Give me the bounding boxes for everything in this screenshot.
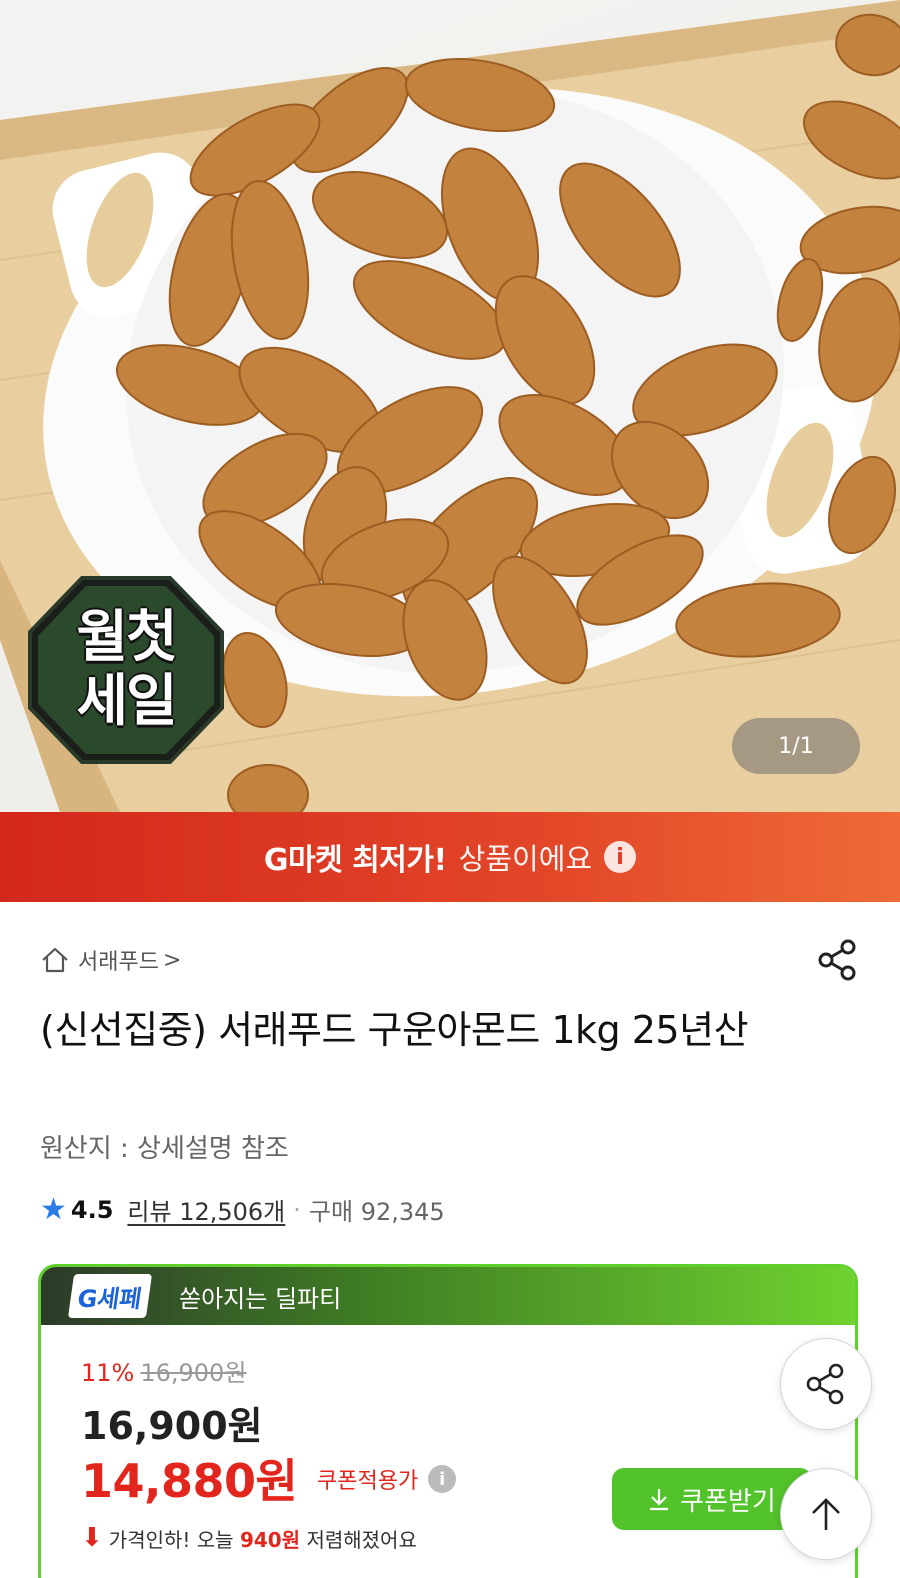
arrow-up-icon <box>812 1498 840 1530</box>
scroll-top-button[interactable] <box>780 1468 872 1560</box>
deal-header: G세페 쏟아지는 딜파티 <box>41 1267 855 1325</box>
rating-score: 4.5 <box>70 1195 114 1224</box>
banner-bold-text: G마켓 최저가! <box>263 843 447 878</box>
chevron-right-icon: > <box>162 947 182 973</box>
review-link[interactable]: 리뷰 12,506개 <box>127 1192 285 1227</box>
gsepe-logo: G세페 <box>67 1274 153 1318</box>
lowest-price-banner[interactable]: G마켓 최저가! 상품이에요 i <box>0 812 900 902</box>
drop-amount: 940원 <box>239 1527 301 1552</box>
deal-header-text: 쏟아지는 딜파티 <box>179 1284 342 1313</box>
separator: · <box>293 1195 301 1224</box>
info-icon[interactable]: i <box>428 1465 457 1493</box>
coupon-button-label: 쿠폰받기 <box>680 1486 776 1517</box>
badge-line1: 월첫 <box>76 605 177 670</box>
share-icon[interactable] <box>816 938 860 982</box>
purchase-count: 구매 92,345 <box>308 1198 445 1226</box>
home-icon <box>42 947 68 973</box>
price-down-icon: ⬇ <box>81 1523 103 1553</box>
image-counter: 1/1 <box>732 718 860 774</box>
download-icon <box>650 1489 669 1511</box>
drop-suffix: 저렴해졌어요 <box>306 1527 417 1552</box>
star-icon: ★ <box>40 1192 67 1227</box>
coupon-label-text: 쿠폰적용가 <box>317 1469 419 1494</box>
rating-row: ★ 4.5 리뷰 12,506개 · 구매 92,345 <box>40 1192 445 1227</box>
share-icon <box>806 1363 844 1405</box>
monthly-sale-badge: 월첫 세일 <box>30 578 222 762</box>
info-icon[interactable]: i <box>604 841 637 873</box>
original-price: 16,900원 <box>140 1359 247 1387</box>
badge-line2: 세일 <box>76 669 177 734</box>
seller-link[interactable]: 서래푸드 > <box>40 944 181 976</box>
product-origin: 원산지 : 상세설명 참조 <box>40 1134 289 1164</box>
discount-row: 11% 16,900원 <box>81 1353 246 1388</box>
deal-card: G세페 쏟아지는 딜파티 11% 16,900원 16,900원 14,880원… <box>38 1264 858 1578</box>
sale-price: 16,900원 <box>81 1404 263 1448</box>
product-image[interactable]: 월첫 세일 1/1 <box>0 0 900 812</box>
floating-share-button[interactable] <box>780 1338 872 1430</box>
coupon-price-label: 쿠폰적용가 i <box>317 1463 457 1495</box>
drop-prefix: 가격인하! 오늘 <box>108 1527 234 1552</box>
price-drop-notice: ⬇ 가격인하! 오늘 940원 저렴해졌어요 <box>81 1523 417 1553</box>
banner-text: 상품이에요 <box>458 842 593 876</box>
product-title: (신선집중) 서래푸드 구운아몬드 1kg 25년산 <box>40 1008 749 1052</box>
discount-percent: 11% <box>81 1359 135 1387</box>
seller-name: 서래푸드 <box>78 950 159 975</box>
coupon-price: 14,880원 <box>81 1454 298 1508</box>
